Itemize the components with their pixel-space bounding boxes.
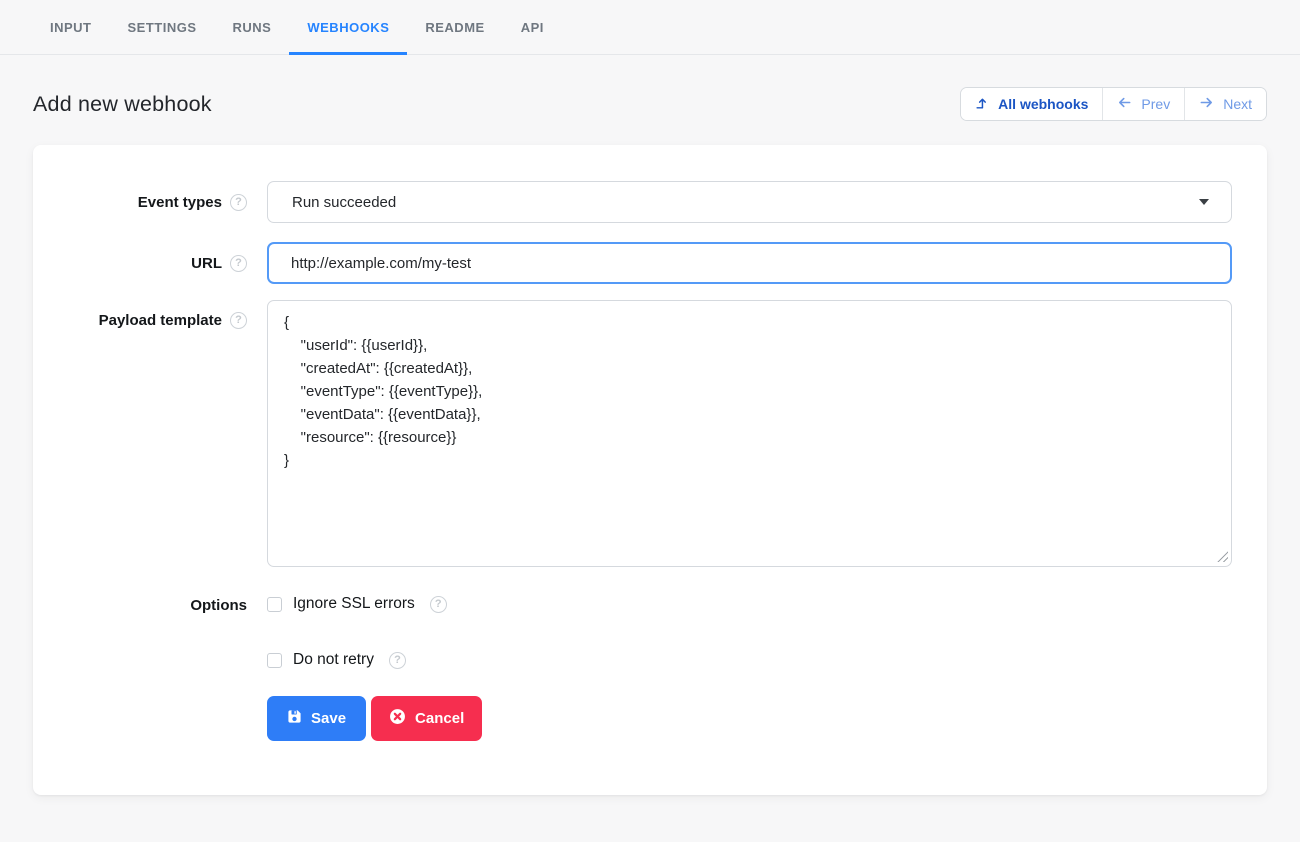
tab-runs[interactable]: RUNS [215, 0, 290, 55]
arrow-left-icon [1117, 95, 1132, 113]
ignore-ssl-errors-checkbox[interactable] [267, 597, 282, 612]
tab-webhooks[interactable]: WEBHOOKS [289, 0, 407, 55]
ignore-ssl-errors-option: Ignore SSL errors ? [267, 595, 1232, 613]
options-row: Options Ignore SSL errors ? Do not retry… [33, 595, 1267, 669]
options-label: Options [190, 597, 247, 614]
cancel-x-circle-icon [389, 708, 406, 729]
do-not-retry-label[interactable]: Do not retry [293, 651, 374, 669]
webhook-form-card: Event types ? Run succeeded URL ? Payloa… [33, 145, 1267, 795]
help-icon[interactable]: ? [230, 255, 247, 272]
tab-api[interactable]: API [503, 0, 562, 55]
page-title: Add new webhook [33, 92, 212, 117]
payload-template-row: Payload template ? { "userId": {{userId}… [33, 300, 1267, 567]
save-label: Save [311, 710, 346, 727]
payload-template-textarea[interactable]: { "userId": {{userId}}, "createdAt": {{c… [267, 300, 1232, 567]
webhook-nav-group: All webhooks Prev Next [960, 87, 1267, 121]
all-webhooks-label: All webhooks [998, 96, 1088, 112]
save-floppy-icon [287, 709, 302, 728]
all-webhooks-button[interactable]: All webhooks [961, 88, 1102, 120]
tab-input[interactable]: INPUT [32, 0, 110, 55]
next-button[interactable]: Next [1184, 88, 1266, 120]
url-row: URL ? [33, 242, 1267, 284]
payload-template-label: Payload template [99, 312, 222, 329]
cancel-button[interactable]: Cancel [371, 696, 482, 741]
page-header: Add new webhook All webhooks Prev [33, 87, 1267, 121]
actions-row: Save Cancel [33, 696, 1267, 741]
arrow-right-icon [1199, 95, 1214, 113]
event-types-row: Event types ? Run succeeded [33, 181, 1267, 223]
event-types-label: Event types [138, 194, 222, 211]
prev-button[interactable]: Prev [1102, 88, 1184, 120]
url-label: URL [191, 255, 222, 272]
tab-bar: INPUT SETTINGS RUNS WEBHOOKS README API [0, 0, 1300, 55]
prev-label: Prev [1141, 96, 1170, 112]
next-label: Next [1223, 96, 1252, 112]
do-not-retry-checkbox[interactable] [267, 653, 282, 668]
cancel-label: Cancel [415, 710, 464, 727]
help-icon[interactable]: ? [389, 652, 406, 669]
chevron-down-icon [1199, 199, 1209, 205]
help-icon[interactable]: ? [230, 194, 247, 211]
tab-readme[interactable]: README [407, 0, 502, 55]
ignore-ssl-errors-label[interactable]: Ignore SSL errors [293, 595, 415, 613]
help-icon[interactable]: ? [430, 596, 447, 613]
save-button[interactable]: Save [267, 696, 366, 741]
tab-settings[interactable]: SETTINGS [110, 0, 215, 55]
url-input[interactable] [267, 242, 1232, 284]
arrow-up-from-line-icon [975, 96, 989, 113]
event-types-selected-value: Run succeeded [292, 194, 396, 211]
event-types-select[interactable]: Run succeeded [267, 181, 1232, 223]
do-not-retry-option: Do not retry ? [267, 651, 1232, 669]
help-icon[interactable]: ? [230, 312, 247, 329]
